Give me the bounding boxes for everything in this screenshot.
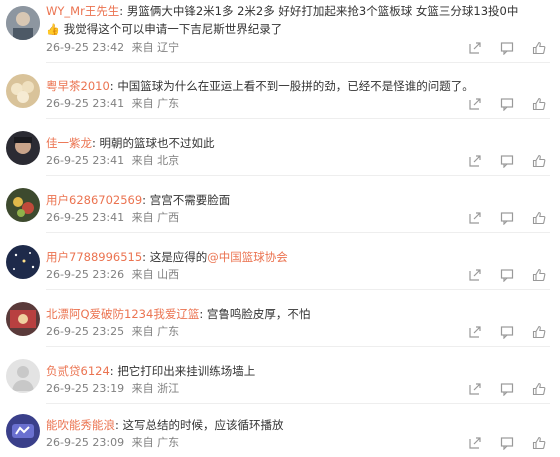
avatar[interactable] [6, 6, 40, 40]
comment-icon[interactable] [500, 41, 514, 55]
comment-time: 26-9-25 23:42 [46, 41, 125, 54]
avatar[interactable] [6, 359, 40, 393]
comment-actions [468, 41, 546, 55]
comment-location: 来自 广东 [131, 325, 180, 338]
share-icon[interactable] [468, 97, 482, 111]
comment-location: 来自 广东 [131, 436, 180, 449]
avatar[interactable] [6, 414, 40, 448]
share-icon[interactable] [468, 154, 482, 168]
comment-line-2: 👍 我觉得这个可以申请一下吉尼斯世界纪录了 [46, 22, 282, 37]
divider [46, 175, 550, 176]
like-icon[interactable] [532, 41, 546, 55]
username[interactable]: 负贰贷6124 [46, 364, 110, 378]
comment-meta: 26-9-25 23:42 来自 辽宁 [46, 41, 179, 55]
avatar[interactable] [6, 245, 40, 279]
comment-icon[interactable] [500, 211, 514, 225]
comment-icon[interactable] [500, 436, 514, 450]
comment-icon[interactable] [500, 154, 514, 168]
comment-actions [468, 97, 546, 111]
comment-icon[interactable] [500, 325, 514, 339]
comment-text: 宫鲁鸣脸皮厚，不怕 [206, 307, 311, 321]
divider [46, 346, 550, 347]
share-icon[interactable] [468, 41, 482, 55]
comment-time: 26-9-25 23:25 [46, 325, 125, 338]
comment-text: 中国篮球为什么在亚运上看不到一股拼的劲，已经不是怪谁的问题了。 [117, 79, 474, 93]
comment-text: 男篮俩大中锋2米1多 2米2多 好好打加起来抢3个篮板球 女篮三分球13投0中 [126, 4, 519, 18]
comment-location: 来自 北京 [131, 154, 180, 167]
comment-meta: 26-9-25 23:41 来自 广东 [46, 97, 179, 111]
comment-location: 来自 辽宁 [131, 41, 180, 54]
comment-icon[interactable] [500, 97, 514, 111]
share-icon[interactable] [468, 325, 482, 339]
like-icon[interactable] [532, 268, 546, 282]
comment-meta: 26-9-25 23:41 来自 广西 [46, 211, 179, 225]
username[interactable]: 用户6286702569 [46, 193, 142, 207]
comment-text: 这写总结的时候，应该循环播放 [122, 418, 284, 432]
mention-link[interactable]: @中国篮球协会 [207, 250, 288, 264]
like-icon[interactable] [532, 325, 546, 339]
comment-location: 来自 广东 [131, 97, 180, 110]
comment-time: 26-9-25 23:19 [46, 382, 125, 395]
comment-text: 明朝的篮球也不过如此 [99, 136, 215, 150]
comment-actions [468, 211, 546, 225]
divider [46, 289, 550, 290]
comment-icon[interactable] [500, 268, 514, 282]
comment-text: 这是应得的 [149, 250, 208, 264]
comment-meta: 26-9-25 23:09 来自 广东 [46, 436, 179, 450]
comment-time: 26-9-25 23:41 [46, 154, 125, 167]
divider [46, 62, 550, 63]
comment-actions [468, 268, 546, 282]
like-icon[interactable] [532, 211, 546, 225]
avatar[interactable] [6, 302, 40, 336]
like-icon[interactable] [532, 382, 546, 396]
share-icon[interactable] [468, 268, 482, 282]
share-icon[interactable] [468, 436, 482, 450]
comment-line: 北漂阿Q爱破防1234我爱辽篮: 宫鲁鸣脸皮厚，不怕 [46, 307, 311, 321]
comment-actions [468, 382, 546, 396]
clap-emoji-icon: 👍 [46, 23, 60, 36]
username[interactable]: 粤早茶2010 [46, 79, 110, 93]
comment-time: 26-9-25 23:41 [46, 211, 125, 224]
comment-actions [468, 154, 546, 168]
comment-location: 来自 广西 [131, 211, 180, 224]
divider [46, 118, 550, 119]
share-icon[interactable] [468, 211, 482, 225]
share-icon[interactable] [468, 382, 482, 396]
like-icon[interactable] [532, 97, 546, 111]
comment-text: 把它打印出来挂训练场墙上 [117, 364, 256, 378]
avatar[interactable] [6, 131, 40, 165]
divider [46, 403, 550, 404]
comment-text-continued: 我觉得这个可以申请一下吉尼斯世界纪录了 [63, 22, 283, 36]
username[interactable]: 用户7788996515 [46, 250, 142, 264]
comment-line: 用户7788996515: 这是应得的@中国篮球协会 [46, 250, 288, 264]
comment-line: 佳一紫龙: 明朝的篮球也不过如此 [46, 136, 215, 150]
comment-meta: 26-9-25 23:26 来自 山西 [46, 268, 179, 282]
comment-line: 能吹能秀能浪: 这写总结的时候，应该循环播放 [46, 418, 284, 432]
divider [46, 232, 550, 233]
comment-line: WY_Mr王先生: 男篮俩大中锋2米1多 2米2多 好好打加起来抢3个篮板球 女… [46, 4, 519, 18]
comment-time: 26-9-25 23:09 [46, 436, 125, 449]
comment-line: 用户6286702569: 宫宫不需要脸面 [46, 193, 231, 207]
comment-meta: 26-9-25 23:25 来自 广东 [46, 325, 179, 339]
comment-line: 粤早茶2010: 中国篮球为什么在亚运上看不到一股拼的劲，已经不是怪谁的问题了。 [46, 79, 474, 93]
avatar[interactable] [6, 188, 40, 222]
comment-actions [468, 436, 546, 450]
comment-time: 26-9-25 23:26 [46, 268, 125, 281]
username[interactable]: 能吹能秀能浪 [46, 418, 115, 432]
comment-line: 负贰贷6124: 把它打印出来挂训练场墙上 [46, 364, 256, 378]
username[interactable]: 佳一紫龙 [46, 136, 92, 150]
username[interactable]: 北漂阿Q爱破防1234我爱辽篮 [46, 307, 199, 321]
avatar[interactable] [6, 74, 40, 108]
comment-icon[interactable] [500, 382, 514, 396]
comment-actions [468, 325, 546, 339]
username[interactable]: WY_Mr王先生 [46, 4, 119, 18]
like-icon[interactable] [532, 154, 546, 168]
comment-location: 来自 浙江 [131, 382, 180, 395]
comment-text: 宫宫不需要脸面 [149, 193, 231, 207]
comment-time: 26-9-25 23:41 [46, 97, 125, 110]
comment-meta: 26-9-25 23:19 来自 浙江 [46, 382, 179, 396]
like-icon[interactable] [532, 436, 546, 450]
comment-location: 来自 山西 [131, 268, 180, 281]
comment-meta: 26-9-25 23:41 来自 北京 [46, 154, 179, 168]
